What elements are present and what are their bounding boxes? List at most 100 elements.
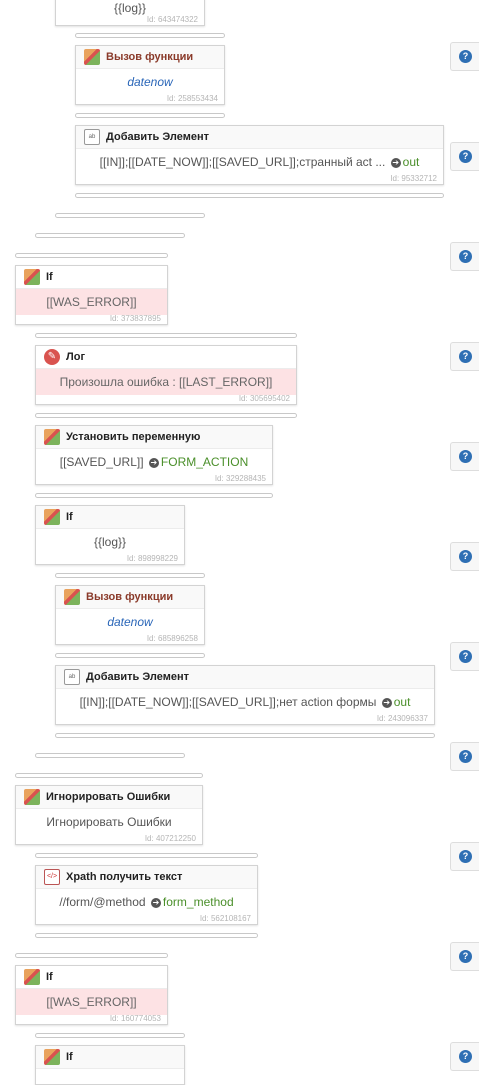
log-icon: ✎ [44, 349, 60, 365]
block-separator [15, 953, 168, 958]
text-icon: ab [64, 669, 80, 685]
help-button[interactable]: ? [450, 242, 479, 271]
arrow-right-icon: ➔ [148, 457, 159, 468]
action-block-ignore-errors[interactable]: Игнорировать Ошибки Игнорировать Ошибки … [15, 785, 203, 845]
block-title: If [66, 1051, 73, 1063]
block-id: Id: 407212250 [144, 834, 196, 843]
variable-icon [44, 429, 60, 445]
block-body: [[IN]];[[DATE_NOW]];[[SAVED_URL]];странн… [76, 149, 443, 175]
help-icon: ? [459, 450, 472, 463]
block-output: out [402, 155, 420, 169]
action-block-xpath-get-text[interactable]: </> Xpath получить текст //form/@method ➔… [35, 865, 258, 925]
block-title: Установить переменную [66, 431, 201, 443]
block-separator [35, 493, 273, 498]
block-body: [[IN]];[[DATE_NOW]];[[SAVED_URL]];нет ac… [56, 689, 434, 715]
help-button[interactable]: ? [450, 642, 479, 671]
if-icon [44, 509, 60, 525]
block-title: Игнорировать Ошибки [46, 791, 171, 803]
help-icon: ? [459, 950, 472, 963]
action-block-if[interactable]: If [35, 1045, 185, 1085]
block-separator [15, 253, 168, 258]
help-icon: ? [459, 350, 472, 363]
block-body: Произошла ошибка : [[LAST_ERROR]] [36, 369, 296, 395]
block-separator [55, 573, 205, 578]
help-icon: ? [459, 750, 472, 763]
block-body: [[WAS_ERROR]] [16, 289, 167, 315]
if-icon [24, 969, 40, 985]
help-button[interactable]: ? [450, 142, 479, 171]
block-separator [55, 653, 205, 658]
block-id: Id: 329288435 [214, 474, 266, 483]
block-id: Id: 685896258 [146, 634, 198, 643]
xpath-icon: </> [44, 869, 60, 885]
arrow-right-icon: ➔ [381, 697, 392, 708]
block-body: Игнорировать Ошибки [46, 815, 172, 829]
block-body-text: [[IN]];[[DATE_NOW]];[[SAVED_URL]];странн… [99, 155, 386, 169]
action-block-set-variable[interactable]: Установить переменную [[SAVED_URL]] ➔ FOR… [35, 425, 273, 485]
help-icon: ? [459, 150, 472, 163]
action-block-call-function[interactable]: Вызов функции datenow Id: 258553434 [75, 45, 225, 105]
action-block-if-log[interactable]: {{log}} Id: 643474322 [55, 0, 205, 26]
if-icon [24, 269, 40, 285]
block-output: FORM_ACTION [160, 455, 249, 469]
block-title: Добавить Элемент [86, 671, 189, 683]
arrow-right-icon: ➔ [390, 157, 401, 168]
if-icon [44, 1049, 60, 1065]
arrow-right-icon: ➔ [150, 897, 161, 908]
block-separator [35, 753, 185, 758]
block-separator [75, 193, 444, 198]
block-separator [35, 853, 258, 858]
action-block-log[interactable]: ✎ Лог Произошла ошибка : [[LAST_ERROR]] I… [35, 345, 297, 405]
block-id: Id: 643474322 [146, 15, 198, 24]
action-block-if[interactable]: If [[WAS_ERROR]] Id: 373837895 [15, 265, 168, 325]
help-button[interactable]: ? [450, 442, 479, 471]
action-block-add-element[interactable]: ab Добавить Элемент [[IN]];[[DATE_NOW]];[… [75, 125, 444, 185]
block-body: datenow [127, 75, 173, 89]
block-output: out [393, 695, 411, 709]
help-button[interactable]: ? [450, 942, 479, 971]
block-id: Id: 373837895 [109, 314, 161, 323]
block-title: Вызов функции [106, 51, 194, 63]
help-button[interactable]: ? [450, 542, 479, 571]
action-block-call-function[interactable]: Вызов функции datenow Id: 685896258 [55, 585, 205, 645]
help-icon: ? [459, 1050, 472, 1063]
block-id: Id: 305695402 [238, 394, 290, 403]
block-output: form_method [162, 895, 234, 909]
block-title: If [46, 971, 53, 983]
block-separator [75, 33, 225, 38]
block-id: Id: 898998229 [126, 554, 178, 563]
block-title: If [46, 271, 53, 283]
block-body: [[SAVED_URL]] ➔ FORM_ACTION [36, 449, 272, 475]
block-title: Вызов функции [86, 591, 174, 603]
help-icon: ? [459, 550, 472, 563]
block-separator [15, 773, 203, 778]
action-block-if[interactable]: If [[WAS_ERROR]] Id: 160774053 [15, 965, 168, 1025]
block-title: Xpath получить текст [66, 871, 183, 883]
help-button[interactable]: ? [450, 742, 479, 771]
block-id: Id: 243096337 [376, 714, 428, 723]
help-button[interactable]: ? [450, 842, 479, 871]
ignore-errors-icon [24, 789, 40, 805]
block-separator [35, 413, 297, 418]
block-id: Id: 258553434 [166, 94, 218, 103]
function-icon [64, 589, 80, 605]
function-icon [84, 49, 100, 65]
help-button[interactable]: ? [450, 342, 479, 371]
block-id: Id: 160774053 [109, 1014, 161, 1023]
block-body: {{log}} [93, 535, 127, 549]
block-separator [75, 113, 225, 118]
block-id: Id: 95332712 [390, 174, 437, 183]
block-separator [55, 213, 205, 218]
help-icon: ? [459, 850, 472, 863]
action-block-add-element[interactable]: ab Добавить Элемент [[IN]];[[DATE_NOW]];[… [55, 665, 435, 725]
block-separator [35, 933, 258, 938]
action-block-if[interactable]: If {{log}} Id: 898998229 [35, 505, 185, 565]
block-separator [35, 1033, 185, 1038]
block-separator [35, 233, 185, 238]
block-separator [35, 333, 297, 338]
help-button[interactable]: ? [450, 42, 479, 71]
block-body: datenow [107, 615, 153, 629]
block-body: //form/@method ➔ form_method [36, 889, 257, 915]
text-icon: ab [84, 129, 100, 145]
help-icon: ? [459, 50, 472, 63]
